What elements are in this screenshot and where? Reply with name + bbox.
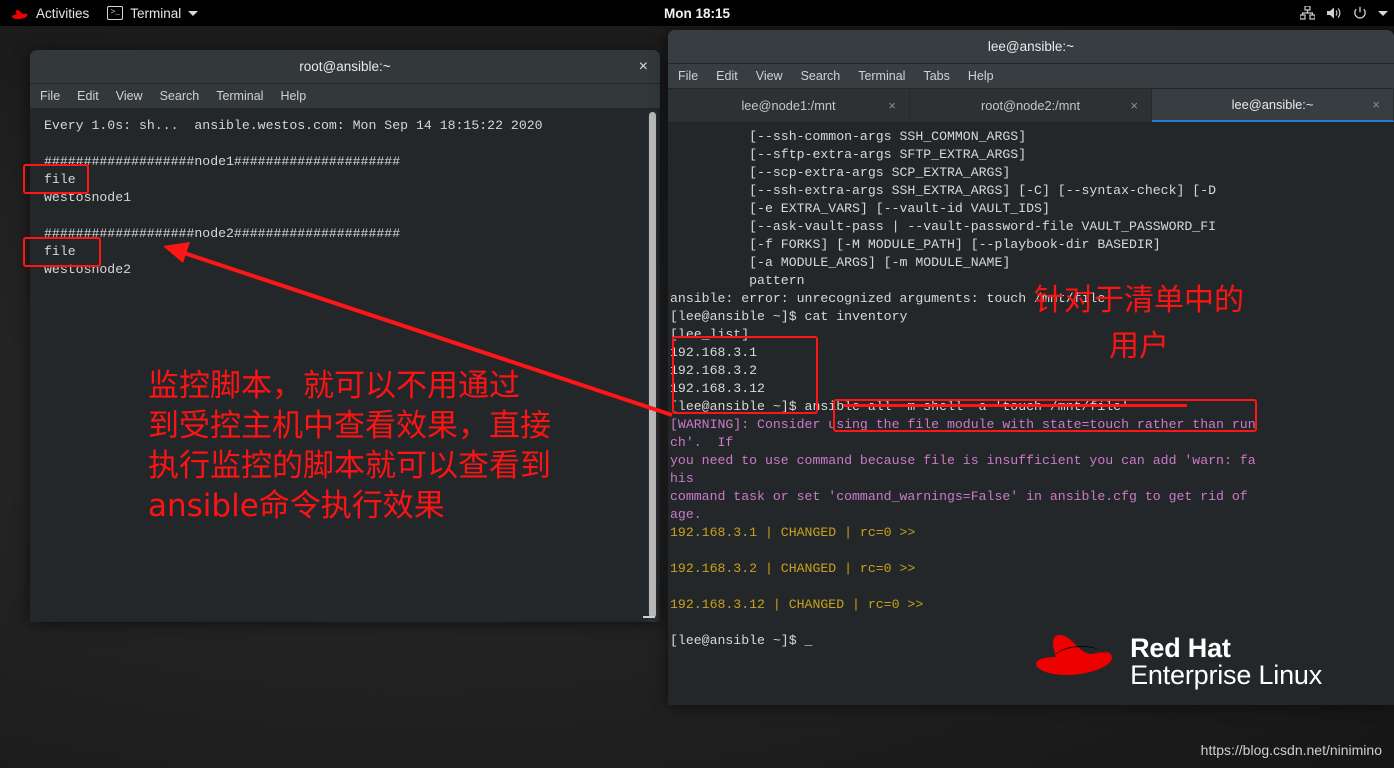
tab-lee-node1[interactable]: lee@node1:/mnt ×	[668, 89, 910, 122]
menu-search[interactable]: Search	[160, 89, 200, 103]
tab-close-icon[interactable]: ×	[888, 98, 896, 113]
app-menu-label: Terminal	[130, 5, 182, 21]
shell-prompt: [lee@ansible ~]$	[670, 399, 805, 414]
menu-search[interactable]: Search	[801, 69, 841, 83]
menu-file[interactable]: File	[678, 69, 698, 83]
usage-line-7: [-f FORKS] [-M MODULE_PATH] [--playbook-…	[670, 237, 1161, 252]
menu-edit[interactable]: Edit	[77, 89, 99, 103]
volume-icon	[1327, 7, 1341, 19]
app-menu-terminal[interactable]: >_ Terminal	[98, 0, 207, 26]
inventory-host-2: 192.168.3.2	[670, 363, 758, 378]
usage-line-1: [--ssh-common-args SSH_COMMON_ARGS]	[670, 129, 1027, 144]
node1-file-line: file	[44, 172, 76, 187]
tab-root-node2[interactable]: root@node2:/mnt ×	[910, 89, 1152, 122]
watch-header-line: Every 1.0s: sh... ansible.westos.com: Mo…	[44, 118, 543, 133]
inventory-host-3: 192.168.3.12	[670, 381, 765, 396]
warning-line-2: ch'. If	[670, 435, 734, 450]
system-status-area[interactable]	[1300, 0, 1388, 26]
clock-label: Mon 18:15	[663, 5, 731, 21]
tab-label: root@node2:/mnt	[980, 98, 1081, 113]
tab-label: lee@ansible:~	[1231, 97, 1314, 112]
final-shell-prompt: [lee@ansible ~]$ _	[670, 633, 813, 648]
left-window-titlebar[interactable]: root@ansible:~ ×	[30, 50, 660, 84]
redhat-logo-icon	[12, 9, 28, 19]
blank-r1	[670, 543, 678, 558]
menu-help[interactable]: Help	[968, 69, 994, 83]
gnome-top-bar: Activities >_ Terminal Mon 18:15	[0, 0, 1394, 26]
menu-tabs[interactable]: Tabs	[923, 69, 949, 83]
left-window-title: root@ansible:~	[299, 59, 391, 74]
menu-help[interactable]: Help	[280, 89, 306, 103]
resize-grip[interactable]	[643, 616, 655, 618]
command-underline-accent	[843, 404, 1187, 407]
usage-line-5: [-e EXTRA_VARS] [--vault-id VAULT_IDS]	[670, 201, 1050, 216]
left-terminal-window[interactable]: root@ansible:~ × File Edit View Search T…	[30, 50, 660, 622]
power-icon	[1354, 6, 1366, 19]
node1-separator: ###################node1################…	[44, 154, 401, 169]
usage-line-9: pattern	[670, 273, 805, 288]
chevron-down-icon	[188, 10, 199, 16]
activities-button[interactable]: Activities	[0, 0, 98, 26]
tab-close-icon[interactable]: ×	[1130, 98, 1138, 113]
prompt-cat-inventory: [lee@ansible ~]$ cat inventory	[670, 309, 908, 324]
inventory-host-1: 192.168.3.1	[670, 345, 758, 360]
warning-line-4: his	[670, 471, 694, 486]
warning-line-6: age.	[670, 507, 702, 522]
result-line-2: 192.168.3.2 | CHANGED | rc=0 >>	[670, 561, 916, 576]
left-terminal-output: Every 1.0s: sh... ansible.westos.com: Mo…	[44, 117, 644, 279]
warning-line-1: [WARNING]: Consider using the file modul…	[670, 417, 1256, 432]
right-terminal-window[interactable]: lee@ansible:~ File Edit View Search Term…	[668, 30, 1394, 705]
menu-view[interactable]: View	[116, 89, 143, 103]
result-line-1: 192.168.3.1 | CHANGED | rc=0 >>	[670, 525, 916, 540]
usage-line-6: [--ask-vault-pass | --vault-password-fil…	[670, 219, 1217, 234]
menu-edit[interactable]: Edit	[716, 69, 738, 83]
right-terminal-body[interactable]: [--ssh-common-args SSH_COMMON_ARGS] [--s…	[668, 123, 1394, 705]
warning-line-5: command task or set 'command_warnings=Fa…	[670, 489, 1248, 504]
terminal-icon: >_	[107, 6, 124, 20]
left-menubar[interactable]: File Edit View Search Terminal Help	[30, 84, 660, 109]
usage-line-2: [--sftp-extra-args SFTP_EXTRA_ARGS]	[670, 147, 1027, 162]
menu-file[interactable]: File	[40, 89, 60, 103]
tab-close-icon[interactable]: ×	[1372, 97, 1380, 112]
redhat-hat-logo-icon	[1036, 634, 1113, 675]
node2-separator: ###################node2################…	[44, 226, 401, 241]
brand-line-1: Red Hat	[1130, 632, 1231, 663]
blank-r3	[670, 615, 678, 630]
blank-r2	[670, 579, 678, 594]
node2-host-line: westosnode2	[44, 262, 132, 277]
usage-line-8: [-a MODULE_ARGS] [-m MODULE_NAME]	[670, 255, 1011, 270]
tab-lee-ansible[interactable]: lee@ansible:~ ×	[1152, 89, 1394, 122]
right-menubar[interactable]: File Edit View Search Terminal Tabs Help	[668, 64, 1394, 89]
rhel-branding: Red Hat Enterprise Linux	[1034, 632, 1322, 691]
inventory-group: [lee_list]	[670, 327, 750, 342]
system-menu-caret-icon[interactable]	[1378, 10, 1388, 16]
close-icon[interactable]: ×	[639, 58, 648, 75]
usage-line-4: [--ssh-extra-args SSH_EXTRA_ARGS] [-C] […	[670, 183, 1217, 198]
network-icon	[1300, 6, 1315, 20]
usage-line-3: [--scp-extra-args SCP_EXTRA_ARGS]	[670, 165, 1011, 180]
brand-line-2: Enterprise Linux	[1130, 660, 1322, 691]
ansible-error-line: ansible: error: unrecognized arguments: …	[670, 291, 1106, 306]
node1-host-line: westosnode1	[44, 190, 132, 205]
right-window-titlebar[interactable]: lee@ansible:~	[668, 30, 1394, 64]
menu-terminal[interactable]: Terminal	[216, 89, 263, 103]
node2-file-line: file	[44, 244, 76, 259]
left-terminal-body[interactable]: Every 1.0s: sh... ansible.westos.com: Mo…	[30, 109, 660, 622]
result-line-3: 192.168.3.12 | CHANGED | rc=0 >>	[670, 597, 924, 612]
terminal-tabbar[interactable]: lee@node1:/mnt × root@node2:/mnt × lee@a…	[668, 89, 1394, 123]
right-window-title: lee@ansible:~	[987, 39, 1075, 54]
left-terminal-scrollbar[interactable]	[648, 111, 657, 622]
warning-line-3: you need to use command because file is …	[670, 453, 1256, 468]
tab-label: lee@node1:/mnt	[741, 98, 836, 113]
right-terminal-output: [--ssh-common-args SSH_COMMON_ARGS] [--s…	[670, 128, 1394, 650]
menu-view[interactable]: View	[756, 69, 783, 83]
menu-terminal[interactable]: Terminal	[858, 69, 905, 83]
watermark-url: https://blog.csdn.net/ninimino	[1200, 742, 1382, 758]
activities-label: Activities	[36, 5, 90, 21]
